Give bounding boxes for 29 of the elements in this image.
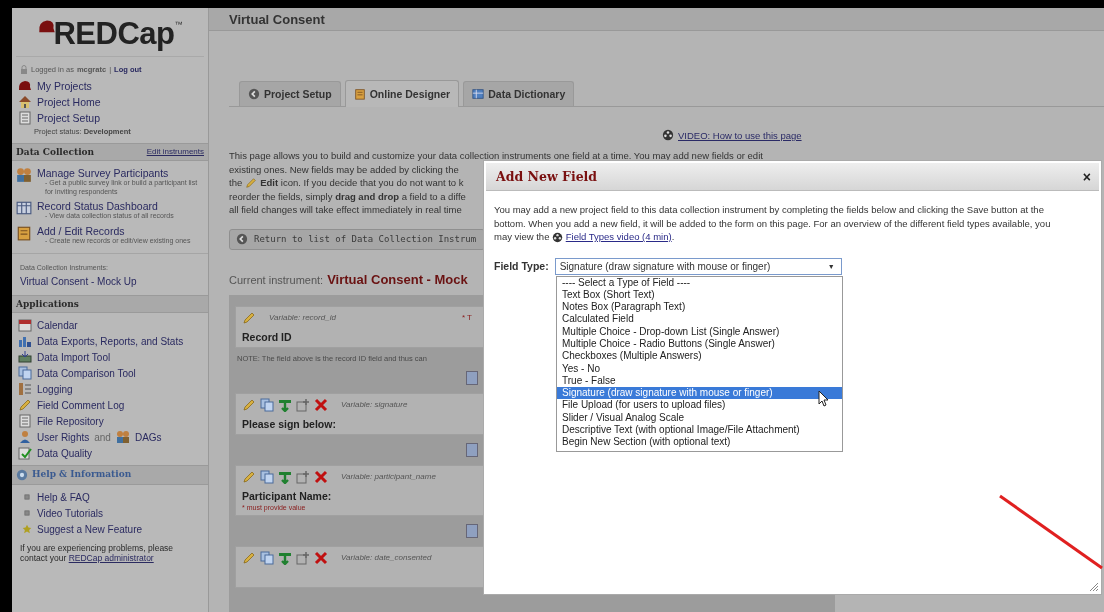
- section-title: Applications: [16, 299, 79, 309]
- intro-text: Edit icon. If you decide that you do not want to k: [260, 176, 464, 190]
- dialog-title: Add New Field: [496, 169, 598, 184]
- intro-text: existing ones. New fields may be added by clicking the: [229, 162, 459, 176]
- variable-name: Variable: participant_name: [341, 472, 436, 481]
- tab-label: Project Setup: [264, 88, 332, 100]
- field-label: Please sign below:: [242, 417, 336, 430]
- instrument-name: Virtual Consent - Mock: [327, 271, 468, 287]
- intro-text: reorder the fields, simply drag and drop a field to a diffe: [229, 189, 466, 203]
- asterisk-label: * T: [461, 313, 472, 322]
- dialog-text: You may add a new project field to this data collection instrument by completing the fields below and clicking the Save button at the bottom. When you add a new field, it will be added to the form on this page. For an overview of the different field types available, you may view the Field Types video (4 min).: [493, 203, 1052, 244]
- tab-label: Data Dictionary: [488, 88, 566, 100]
- help-note: If you are experiencing problems, please contact your REDCap administrator: [19, 542, 175, 565]
- logo-text: REDCap: [53, 16, 175, 52]
- tab-label: Online Designer: [369, 88, 451, 100]
- field-type-label: Field Type:: [494, 260, 549, 272]
- section-title: Help & Information: [32, 469, 132, 481]
- intro-text: the: [229, 176, 243, 190]
- intro-text: all field changes will take effect immediately in real time: [229, 203, 462, 217]
- section-title: Data Collection: [16, 147, 95, 157]
- variable-name: Variable: signature: [341, 400, 408, 409]
- instrument-label: Current instrument:: [229, 273, 324, 286]
- page-title: Virtual Consent: [209, 8, 1104, 31]
- trademark-mark: ™: [174, 20, 183, 29]
- joiner-text: and: [94, 431, 111, 443]
- field-label: Record ID: [242, 330, 292, 343]
- variable-name: Variable: date_consented: [341, 553, 432, 562]
- field-label: Participant Name:: [242, 489, 332, 502]
- variable-name: Variable: record_id: [269, 313, 336, 322]
